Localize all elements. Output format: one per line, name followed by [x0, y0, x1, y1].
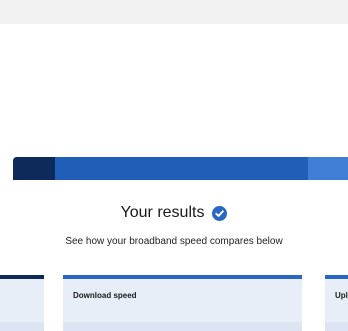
check-circle-icon: [212, 205, 228, 221]
results-header: Your results: [0, 198, 348, 228]
upload-speed-label: Upl: [335, 291, 348, 300]
card-body: [63, 322, 302, 331]
card-body: [325, 322, 348, 331]
progress-segment-next: [308, 157, 348, 180]
progress-segment-completed: [13, 157, 55, 180]
card-accent-bar: [63, 275, 302, 279]
download-speed-label: Download speed: [73, 291, 137, 300]
card-accent-bar: [325, 275, 348, 279]
download-speed-card: Download speed: [63, 275, 302, 331]
result-card-previous: [0, 275, 44, 331]
upload-speed-card: Upl: [325, 275, 348, 331]
results-subtitle: See how your broadband speed compares be…: [65, 236, 283, 247]
card-accent-bar: [0, 275, 44, 279]
page: Your results See how your broadband spee…: [0, 0, 348, 331]
top-band: [0, 0, 348, 24]
step-progress-bar: [13, 157, 348, 180]
card-body: [0, 322, 44, 331]
results-title: Your results: [120, 204, 205, 221]
